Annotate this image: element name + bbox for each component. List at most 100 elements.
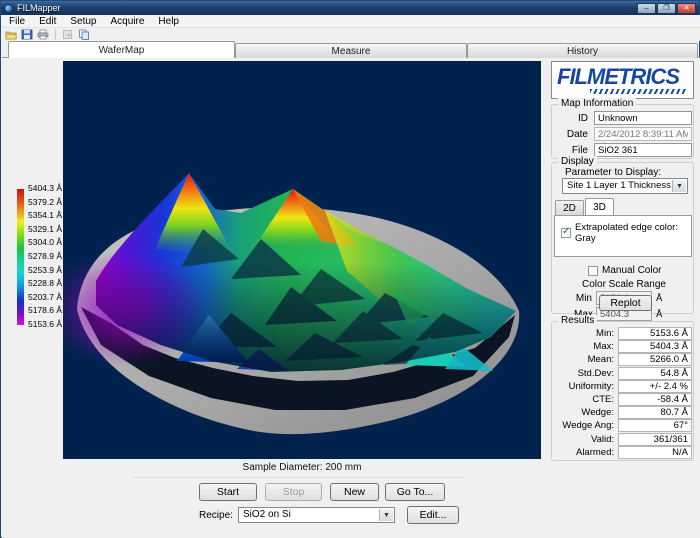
file-label: File [556, 145, 588, 156]
color-scale-range-label: Color Scale Range [582, 279, 666, 290]
copy-icon[interactable] [78, 29, 90, 40]
filmetrics-logo: FILMETRICS [551, 61, 694, 99]
colorbar-gradient [17, 189, 24, 325]
result-valid-value: 361/361 [618, 433, 692, 446]
title-bar[interactable]: FILMapper – ❐ ✕ [1, 1, 699, 15]
filmetrics-logo-text: FILMETRICS [557, 66, 693, 88]
result-wedge-value: 80.7 Å [618, 406, 692, 419]
colorbar-label: 5404.3 Å [28, 182, 62, 196]
tab-wafermap[interactable]: WaferMap [8, 41, 235, 58]
result-cte-label: CTE: [552, 394, 618, 405]
goto-button[interactable]: Go To... [385, 483, 445, 501]
sample-diameter-caption: Sample Diameter: 200 mm [63, 462, 541, 473]
combo-arrow-icon[interactable]: ▼ [379, 509, 393, 521]
results-title: Results [558, 315, 597, 326]
result-wedge-label: Wedge: [552, 407, 618, 418]
result-min-label: Min: [552, 328, 618, 339]
color-scale-legend: 5404.3 Å 5379.2 Å 5354.1 Å 5329.1 Å 5304… [17, 182, 62, 332]
bottom-divider [133, 477, 463, 478]
result-uniformity-label: Uniformity: [552, 381, 618, 392]
result-wedgeang-label: Wedge Ang: [552, 420, 618, 431]
file-field[interactable] [594, 143, 692, 157]
colorbar-label: 5153.6 Å [28, 318, 62, 332]
save-icon[interactable] [21, 29, 33, 40]
result-cte-value: -58.4 Å [618, 393, 692, 406]
menu-edit[interactable]: Edit [32, 15, 63, 28]
tab-history[interactable]: History [467, 43, 698, 58]
result-wedgeang-value: 67° [618, 419, 692, 432]
colorbar-label: 5329.1 Å [28, 223, 62, 237]
result-stddev-label: Std.Dev: [552, 368, 618, 379]
wafer-3d-plot[interactable] [63, 61, 541, 459]
map-information-group: Map Information ID Date File [551, 104, 694, 159]
colorbar-label: 5304.0 Å [28, 236, 62, 250]
result-mean-value: 5266.0 Å [618, 353, 692, 366]
parameter-combobox[interactable]: Site 1 Layer 1 Thickness ▼ [562, 178, 688, 194]
colorbar-label: 5278.9 Å [28, 250, 62, 264]
app-icon [4, 4, 13, 13]
menu-help[interactable]: Help [151, 15, 186, 28]
result-uniformity-value: +/- 2.4 % [618, 380, 692, 393]
edit-recipe-button[interactable]: Edit... [407, 506, 459, 524]
colorbar-label: 5354.1 Å [28, 209, 62, 223]
map-information-title: Map Information [558, 98, 636, 109]
recipe-combobox[interactable]: SiO2 on Si ▼ [238, 507, 395, 523]
parameter-value: Site 1 Layer 1 Thickness [567, 180, 671, 191]
menu-setup[interactable]: Setup [63, 15, 103, 28]
close-button[interactable]: ✕ [677, 3, 696, 14]
main-tabstrip: WaferMap Measure History [2, 41, 700, 58]
colorbar-label: 5203.7 Å [28, 291, 62, 305]
result-min-value: 5153.6 Å [618, 327, 692, 340]
tab-3d[interactable]: 3D [585, 198, 614, 215]
result-alarmed-value: N/A [618, 446, 692, 459]
start-button[interactable]: Start [199, 483, 257, 501]
parameter-combo-arrow-icon[interactable]: ▼ [672, 180, 686, 192]
toolbar-separator [55, 29, 56, 40]
export-icon[interactable] [62, 29, 74, 40]
3d-options-panel: Extrapolated edge color: Gray [554, 215, 692, 257]
result-max-label: Max: [552, 341, 618, 352]
result-max-value: 5404.3 Å [618, 340, 692, 353]
manual-color-label: Manual Color [602, 265, 661, 276]
stop-button[interactable]: Stop [265, 483, 322, 501]
result-valid-label: Valid: [552, 434, 618, 445]
replot-button[interactable]: Replot [599, 295, 652, 311]
menu-bar: File Edit Setup Acquire Help [2, 15, 700, 28]
result-stddev-value: 54.8 Å [618, 367, 692, 380]
menu-acquire[interactable]: Acquire [104, 15, 152, 28]
open-icon[interactable] [5, 29, 17, 40]
parameter-to-display-label: Parameter to Display: [565, 167, 661, 178]
new-button[interactable]: New [330, 483, 379, 501]
minimize-button[interactable]: – [637, 3, 656, 14]
max-unit: Å [656, 309, 662, 320]
toolbar [2, 28, 700, 41]
recipe-label: Recipe: [199, 510, 233, 521]
extrapolated-edge-checkbox[interactable] [561, 228, 571, 238]
colorbar-label: 5379.2 Å [28, 196, 62, 210]
date-field [594, 127, 692, 141]
display-group: Display Parameter to Display: Site 1 Lay… [551, 162, 694, 314]
window-title: FILMapper [17, 3, 61, 13]
wafermap-page: 5404.3 Å 5379.2 Å 5354.1 Å 5329.1 Å 5304… [2, 58, 700, 538]
extrapolated-edge-label: Extrapolated edge color: Gray [575, 222, 691, 244]
menu-file[interactable]: File [2, 15, 32, 28]
min-unit: Å [656, 293, 662, 304]
manual-color-checkbox[interactable] [588, 266, 598, 276]
id-label: ID [556, 113, 588, 124]
recipe-value: SiO2 on Si [243, 509, 291, 520]
app-window: FILMapper – ❐ ✕ File Edit Setup Acquire … [0, 0, 700, 538]
date-label: Date [556, 129, 588, 140]
result-mean-label: Mean: [552, 354, 618, 365]
id-field[interactable] [594, 111, 692, 125]
maximize-button[interactable]: ❐ [657, 3, 676, 14]
result-alarmed-label: Alarmed: [552, 447, 618, 458]
print-icon[interactable] [37, 29, 49, 40]
display-title: Display [558, 156, 597, 167]
results-group: Results Min:5153.6 Å Max:5404.3 Å Mean:5… [551, 321, 694, 461]
min-label: Min [574, 293, 592, 304]
colorbar-label: 5228.8 Å [28, 277, 62, 291]
colorbar-label: 5178.6 Å [28, 304, 62, 318]
colorbar-label: 5253.9 Å [28, 264, 62, 278]
tab-measure[interactable]: Measure [235, 43, 467, 58]
tab-2d[interactable]: 2D [555, 200, 584, 215]
